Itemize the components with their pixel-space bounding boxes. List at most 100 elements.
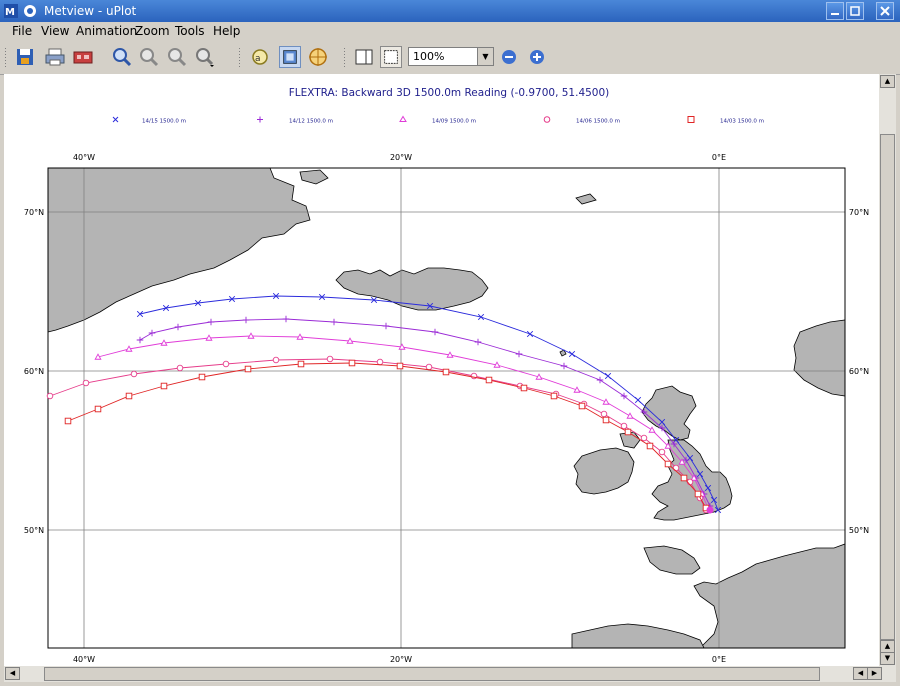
svg-text:a: a [255,54,261,64]
plot-title: FLEXTRA: Backward 3D 1500.0m Reading (-0… [289,87,610,99]
trajectory-marker-1403 [396,362,404,370]
maximize-icon [850,6,860,16]
trajectory-marker-1403 [297,360,305,368]
cursor-data-icon[interactable] [307,46,329,68]
trajectory-marker-1406 [176,364,184,372]
zoom-minus-icon[interactable] [500,48,518,66]
lat-label-left-50n: 50°N [24,526,44,535]
svg-text:M: M [5,7,15,18]
zoom-level-select[interactable]: 100% ▼ [408,47,494,66]
menu-help[interactable]: Help [213,24,240,39]
trajectory-marker-1406 [272,356,280,364]
legend-item-1409: 14/09 1500.0 m [399,115,476,125]
trajectory-marker-1403 [520,384,528,392]
trajectory-marker-1403 [550,392,558,400]
scroll-right-button[interactable]: ▶ [867,667,882,680]
legend-item-1406: 14/06 1500.0 m [543,116,620,125]
trajectory-marker-1406 [640,434,648,442]
scroll-up-button[interactable]: ▲ [880,75,895,88]
zoom-icon[interactable] [111,46,133,68]
lat-label-left-70n: 70°N [24,208,44,217]
print-icon[interactable] [44,46,66,68]
scroll-left-button[interactable]: ◀ [5,667,20,680]
trajectory-marker-1406 [658,448,666,456]
lon-label-bottom-20w: 20°W [390,655,412,664]
trajectory-marker-1403 [160,382,168,390]
lat-label-right-50n: 50°N [849,526,869,535]
trajectory-marker-1403 [348,359,356,367]
menu-zoom[interactable]: Zoom [135,24,170,39]
scroll-left-button-2[interactable]: ◀ [853,667,868,680]
lon-label-bottom-40w: 40°W [73,655,95,664]
trajectory-marker-1406 [326,355,334,363]
lat-label-left-60n: 60°N [24,367,44,376]
lat-label-right-60n: 60°N [849,367,869,376]
window-menu-icon[interactable] [22,3,38,19]
release-point-marker [706,506,714,514]
minimize-button[interactable] [826,2,844,20]
chevron-down-icon[interactable]: ▼ [477,48,493,65]
menu-bar: File View Animation Zoom Tools Help [0,22,900,41]
trajectory-marker-1406 [46,392,54,400]
trajectory-marker-1406 [672,464,680,472]
zoom-out-icon[interactable] [138,46,160,68]
magnifier-icon[interactable]: a [249,46,271,68]
vertical-scroll-thumb[interactable] [880,134,895,640]
horizontal-scrollbar[interactable]: ◀ ◀ ▶ [4,666,896,682]
zoom-stack-icon[interactable] [194,46,216,68]
lon-label-top-20w: 20°W [390,153,412,162]
svg-text:14/03 1500.0 m: 14/03 1500.0 m [720,119,764,125]
minimize-icon [831,13,839,15]
lon-label-bottom-0e: 0°E [712,655,726,664]
trajectory-marker-1403 [694,490,702,498]
toolbar-grip-2[interactable] [238,47,241,68]
maximize-button[interactable] [846,2,864,20]
trajectory-marker-1403 [125,392,133,400]
trajectory-marker-1403 [442,368,450,376]
horizontal-scroll-thumb[interactable] [44,667,820,681]
lat-label-right-70n: 70°N [849,208,869,217]
data-area-icon[interactable] [279,46,301,68]
zoom-plus-icon[interactable] [528,48,546,66]
trajectory-marker-1403 [680,474,688,482]
trajectory-marker-1403 [64,417,72,425]
toolbar-grip-3[interactable] [343,47,346,68]
legend-item-1412: 14/12 1500.0 m [257,116,333,125]
vertical-scrollbar[interactable]: ▲ ▲ ▼ [879,74,896,666]
trajectory-marker-1406 [425,363,433,371]
legend-item-1415: 14/15 1500.0 m [112,116,186,125]
legend: 14/15 1500.0 m 14/12 1500.0 m 14/09 1500… [112,115,764,125]
map-plot: FLEXTRA: Backward 3D 1500.0m Reading (-0… [24,87,869,664]
toolbar-grip[interactable] [4,47,7,68]
trajectory-marker-1406 [82,379,90,387]
menu-tools[interactable]: Tools [175,24,205,39]
save-icon[interactable] [14,46,36,68]
menu-view[interactable]: View [41,24,69,39]
trajectory-marker-1403 [646,442,654,450]
close-icon [880,6,890,16]
trajectory-marker-1406 [222,360,230,368]
zoom-back-icon[interactable] [166,46,188,68]
trajectory-marker-1406 [600,410,608,418]
menu-file[interactable]: File [12,24,32,39]
zoom-level-value: 100% [413,50,445,63]
frame-select-icon[interactable] [380,46,402,68]
plot-canvas[interactable]: FLEXTRA: Backward 3D 1500.0m Reading (-0… [4,74,879,666]
lon-label-top-40w: 40°W [73,153,95,162]
trajectory-marker-1403 [244,365,252,373]
lon-label-top-0e: 0°E [712,153,726,162]
menu-animation[interactable]: Animation [76,24,137,39]
export-icon[interactable] [72,46,94,68]
trajectory-marker-1403 [485,376,493,384]
window-titlebar: M Metview - uPlot [0,0,900,22]
trajectory-marker-1403 [664,460,672,468]
scroll-down-button[interactable]: ▼ [880,652,895,665]
svg-text:14/06 1500.0 m: 14/06 1500.0 m [576,119,620,125]
legend-item-1403: 14/03 1500.0 m [687,116,764,125]
close-button[interactable] [876,2,894,20]
sidebar-toggle-icon[interactable] [353,46,375,68]
trajectory-marker-1406 [376,358,384,366]
metview-app-icon: M [4,4,18,18]
svg-text:14/09 1500.0 m: 14/09 1500.0 m [432,119,476,125]
trajectory-marker-1403 [578,402,586,410]
